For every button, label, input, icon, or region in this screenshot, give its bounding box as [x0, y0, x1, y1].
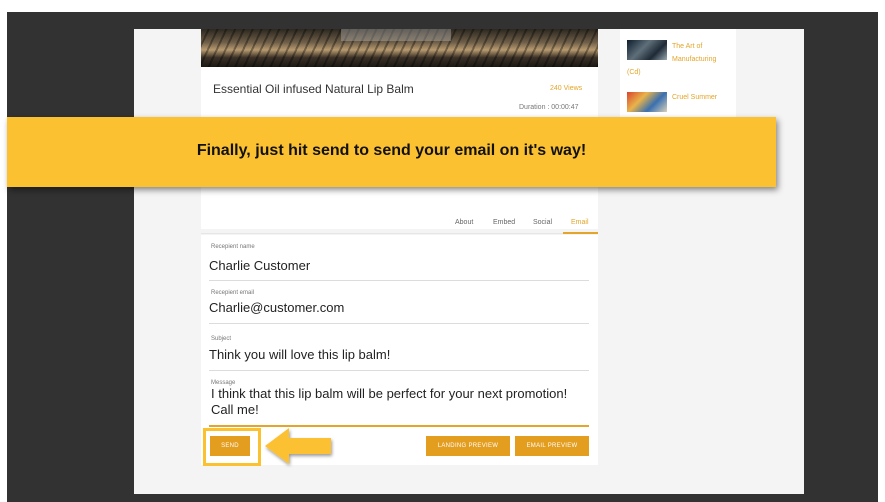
- recipient-email-label: Recepient email: [211, 290, 255, 296]
- recipient-name-label: Recepient name: [211, 244, 255, 250]
- banner-text: Finally, just hit send to send your emai…: [196, 142, 587, 159]
- pointer-arrow-icon: [265, 428, 331, 464]
- recipient-name-underline: [209, 280, 589, 281]
- video-thumbnail[interactable]: [201, 29, 598, 67]
- subject-underline: [209, 370, 589, 371]
- recipient-email-underline: [209, 323, 589, 324]
- view-count: 240 Views: [550, 85, 583, 92]
- instruction-banner: Finally, just hit send to send your emai…: [7, 117, 776, 187]
- related-video-title[interactable]: Cruel Summer: [672, 91, 717, 104]
- related-video-thumbnail[interactable]: [627, 40, 667, 60]
- related-video-title[interactable]: (Cd): [627, 66, 641, 79]
- video-title: Essential Oil infused Natural Lip Balm: [213, 82, 414, 96]
- recipient-email-field[interactable]: Charlie@customer.com: [209, 300, 344, 315]
- video-duration: Duration : 00:00:47: [519, 104, 579, 111]
- tab-embed[interactable]: Embed: [493, 219, 515, 226]
- email-preview-button[interactable]: EMAIL PREVIEW: [515, 436, 589, 456]
- active-tab-indicator: [563, 232, 598, 234]
- subject-label: Subject: [211, 336, 232, 342]
- tab-about[interactable]: About: [455, 219, 473, 226]
- tab-email[interactable]: Email: [571, 219, 589, 226]
- recipient-name-field[interactable]: Charlie Customer: [209, 258, 310, 273]
- subject-field[interactable]: Think you will love this lip balm!: [209, 347, 390, 362]
- message-field[interactable]: I think that this lip balm will be perfe…: [211, 386, 591, 418]
- send-button[interactable]: SEND: [210, 436, 250, 456]
- tabs-divider: [201, 233, 598, 234]
- related-video-thumbnail[interactable]: [627, 92, 667, 112]
- thumbnail-glint: [341, 29, 451, 41]
- tab-social[interactable]: Social: [533, 219, 552, 226]
- related-video-title[interactable]: The Art of: [672, 40, 702, 53]
- related-video-title[interactable]: Manufacturing: [672, 53, 716, 66]
- landing-preview-button[interactable]: LANDING PREVIEW: [426, 436, 510, 456]
